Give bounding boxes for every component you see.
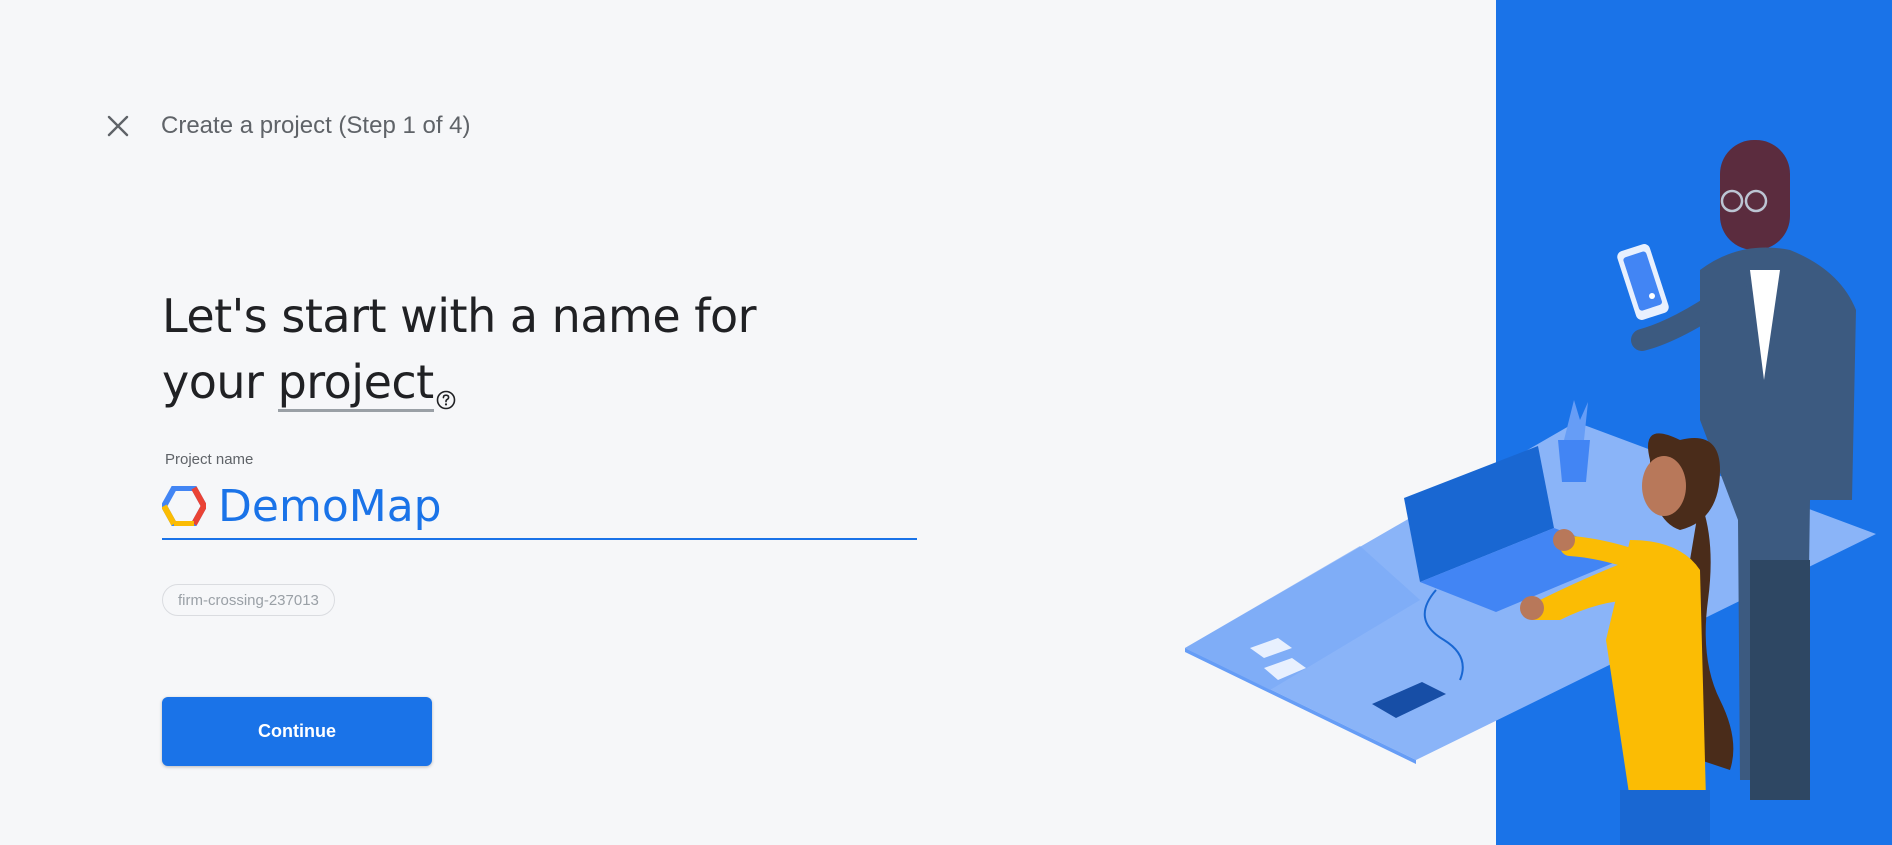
heading-prefix: your — [162, 355, 278, 409]
project-definition-link[interactable]: project — [277, 355, 434, 412]
heading-line-2: your project — [162, 349, 756, 427]
team-illustration — [1185, 0, 1892, 845]
top-bar: Create a project (Step 1 of 4) — [104, 112, 471, 140]
project-id-chip[interactable]: firm-crossing-237013 — [162, 584, 335, 616]
page-heading: Let's start with a name for your project — [162, 283, 757, 427]
help-circle-icon[interactable] — [436, 361, 456, 427]
close-icon — [107, 115, 129, 137]
continue-button[interactable]: Continue — [162, 697, 432, 766]
project-name-label: Project name — [165, 451, 254, 468]
gcp-hexagon-icon — [162, 486, 206, 526]
step-title: Create a project (Step 1 of 4) — [161, 112, 471, 139]
close-button[interactable] — [104, 112, 132, 140]
create-project-page: Create a project (Step 1 of 4) Let's sta… — [0, 0, 1892, 845]
project-name-field — [162, 474, 917, 540]
project-name-input[interactable] — [218, 480, 898, 532]
heading-line-1: Let's start with a name for — [162, 289, 757, 343]
